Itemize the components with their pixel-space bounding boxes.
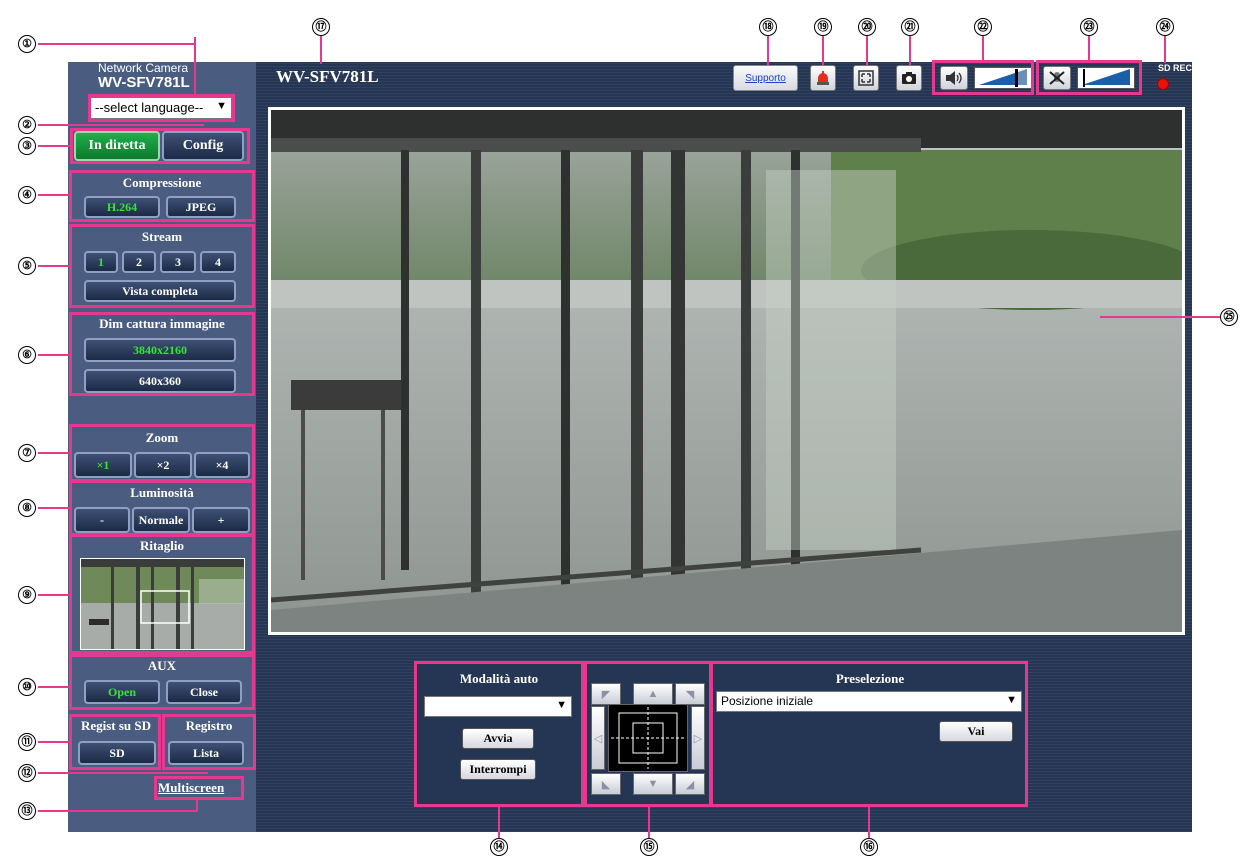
callout-line-2 <box>38 124 204 126</box>
callout-line-24 <box>1164 36 1166 63</box>
callout-24: ㉔ <box>1156 18 1174 36</box>
callout-line-16 <box>868 807 870 839</box>
highlight-pan-tilt <box>584 661 712 807</box>
callout-9: ⑨ <box>18 586 36 604</box>
callout-line-1 <box>194 37 196 95</box>
highlight-speaker <box>932 60 1034 95</box>
highlight-aux <box>69 654 255 710</box>
live-video-image <box>271 110 1182 632</box>
sd-rec-label: SD REC <box>1158 63 1193 73</box>
callout-5: ⑤ <box>18 257 36 275</box>
callout-3: ③ <box>18 137 36 155</box>
callout-7: ⑦ <box>18 444 36 462</box>
highlight-nav <box>70 128 250 164</box>
callout-line-19 <box>822 36 824 65</box>
support-button[interactable]: Supporto <box>733 65 798 91</box>
callout-line-23 <box>1088 36 1090 60</box>
callout-line-14 <box>498 807 500 839</box>
highlight-crop <box>69 534 255 654</box>
callout-19: ⑲ <box>814 18 832 36</box>
callout-line-22 <box>982 36 984 60</box>
fullscreen-icon[interactable] <box>853 65 879 91</box>
callout-4: ④ <box>18 186 36 204</box>
highlight-brightness <box>69 480 255 536</box>
callout-line-5 <box>38 265 69 267</box>
callout-line-15 <box>648 807 650 839</box>
callout-25: ㉕ <box>1220 308 1238 326</box>
callout-12: ⑫ <box>18 764 36 782</box>
callout-17: ⑰ <box>312 18 330 36</box>
callout-22: ㉒ <box>974 18 992 36</box>
camera-icon[interactable] <box>896 65 922 91</box>
callout-8: ⑧ <box>18 499 36 517</box>
highlight-auto-mode <box>414 661 584 807</box>
alarm-icon[interactable] <box>810 65 836 91</box>
brand-model: WV-SFV781L <box>98 74 190 91</box>
callout-line-21 <box>909 36 911 65</box>
callout-line-17 <box>320 36 322 64</box>
highlight-zoom <box>69 424 255 482</box>
callout-16: ⑯ <box>860 838 878 856</box>
highlight-sd <box>69 714 161 770</box>
callout-line-9 <box>38 594 69 596</box>
callout-line-25 <box>1100 316 1220 318</box>
callout-14: ⑭ <box>490 838 508 856</box>
highlight-multiscreen <box>154 776 244 800</box>
callout-18: ⑱ <box>759 18 777 36</box>
highlight-mic <box>1036 60 1142 95</box>
highlight-log <box>162 714 256 770</box>
callout-line-12 <box>38 772 208 774</box>
callout-13: ⑬ <box>18 802 36 820</box>
callout-line-8 <box>38 507 69 509</box>
highlight-stream <box>69 224 255 308</box>
callout-line-10 <box>38 686 69 688</box>
callout-23: ㉓ <box>1080 18 1098 36</box>
callout-1: ① <box>18 35 36 53</box>
callout-15: ⑮ <box>640 838 658 856</box>
highlight-compression <box>69 170 255 222</box>
callout-line-18 <box>767 36 769 65</box>
sd-rec-indicator-icon <box>1157 78 1169 90</box>
callout-line-11 <box>38 741 69 743</box>
callout-21: ㉑ <box>901 18 919 36</box>
highlight-capture <box>69 312 255 396</box>
highlight-language <box>88 94 235 122</box>
callout-line-20 <box>866 36 868 65</box>
live-video[interactable] <box>268 107 1185 635</box>
callout-line-6 <box>38 354 69 356</box>
callout-line-13v <box>196 800 198 812</box>
callout-20: ⑳ <box>858 18 876 36</box>
callout-11: ⑪ <box>18 733 36 751</box>
callout-line-3 <box>38 145 70 147</box>
highlight-preset <box>710 661 1028 807</box>
callout-10: ⑩ <box>18 678 36 696</box>
callout-6: ⑥ <box>18 346 36 364</box>
callout-2: ② <box>18 116 36 134</box>
callout-line-13 <box>38 810 198 812</box>
camera-title: WV-SFV781L <box>276 67 379 86</box>
callout-line-7 <box>38 452 69 454</box>
callout-line-4 <box>38 194 69 196</box>
callout-line-1h <box>38 43 196 45</box>
